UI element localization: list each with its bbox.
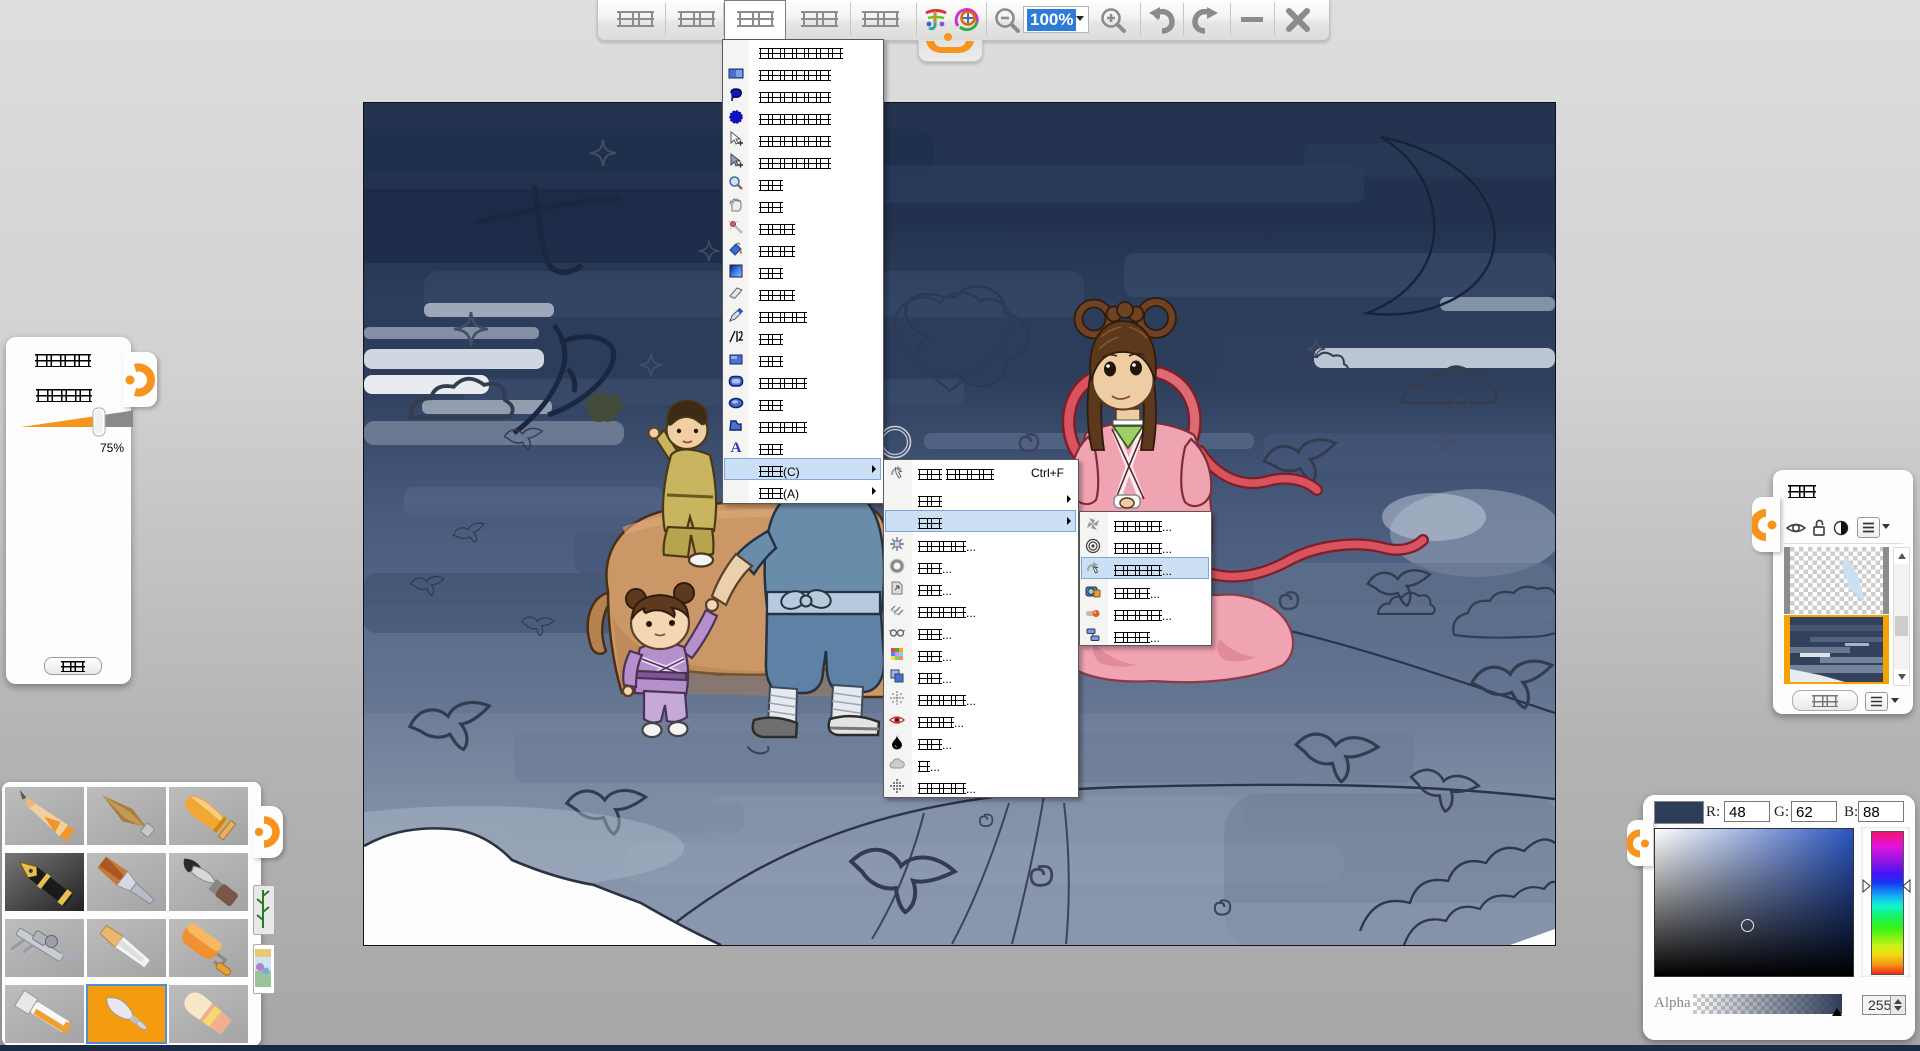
- svg-text:A: A: [731, 440, 742, 455]
